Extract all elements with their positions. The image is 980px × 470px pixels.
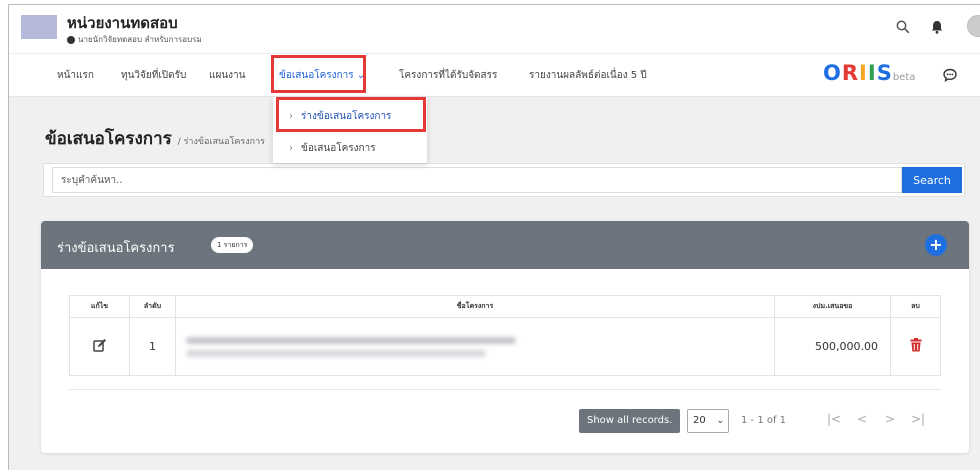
proposals-dropdown: › ร่างข้อเสนอโครงการ › ข้อเสนอโครงการ — [273, 97, 427, 163]
chevron-down-icon: ⌄ — [716, 416, 724, 426]
nav-home[interactable]: หน้าแรก — [57, 68, 94, 83]
edit-icon[interactable] — [92, 339, 107, 355]
search-input[interactable] — [52, 167, 902, 193]
dropdown-item-label: ร่างข้อเสนอโครงการ — [301, 111, 392, 122]
page-title: ข้อเสนอโครงการ / ร่างข้อเสนอโครงการ — [45, 125, 265, 152]
page-size-value: 20 — [693, 415, 706, 426]
add-proposal-button[interactable]: + — [925, 234, 947, 256]
col-project-name: ชื่อโครงการ — [175, 295, 775, 318]
oriis-logo: ORIISbeta — [823, 61, 915, 85]
user-line: นายนักวิจัยทดสอบ สำหรับการอบรม — [67, 33, 202, 46]
brand-letter-o: O — [823, 61, 842, 85]
col-budget: งปม.เสนอขอ — [774, 295, 891, 318]
top-header: หน่วยงานทดสอบ นายนักวิจัยทดสอบ สำหรับการ… — [9, 5, 980, 53]
nav-open-grants[interactable]: ทุนวิจัยที่เปิดรับ — [121, 68, 186, 83]
user-name: นายนักวิจัยทดสอบ สำหรับการอบรม — [78, 35, 202, 44]
page-info: 1 - 1 of 1 — [741, 415, 787, 426]
brand-letter-s: S — [876, 61, 893, 85]
edit-cell — [69, 317, 130, 376]
chevron-right-icon: › — [289, 111, 293, 122]
col-index: ลำดับ — [129, 295, 176, 318]
last-page-button[interactable]: >| — [911, 412, 925, 426]
project-name-blurred — [186, 336, 516, 344]
budget-cell: 500,000.00 — [774, 317, 891, 376]
table-row: 1 500,000.00 — [69, 317, 941, 376]
col-delete: ลบ — [890, 295, 941, 318]
dropdown-item-proposals[interactable]: › ข้อเสนอโครงการ — [289, 141, 376, 156]
page-title-text: ข้อเสนอโครงการ — [45, 129, 172, 149]
count-badge: 1 รายการ — [211, 237, 254, 253]
col-edit: แก้ไข — [69, 295, 130, 318]
brand-letter-i1: I — [859, 61, 868, 85]
org-logo[interactable] — [21, 15, 57, 39]
card-title: ร่างข้อเสนอโครงการ — [57, 241, 175, 256]
nav-funded-projects[interactable]: โครงการที่ได้รับจัดสรร — [399, 68, 497, 83]
user-icon — [67, 35, 75, 44]
main-nav: หน้าแรก ทุนวิจัยที่เปิดรับ แผนงาน ข้อเสน… — [9, 53, 980, 97]
brand-letter-r: R — [841, 61, 860, 85]
bell-icon[interactable] — [927, 17, 947, 37]
plus-icon: + — [929, 235, 943, 254]
show-all-records-button[interactable]: Show all records. — [579, 409, 681, 433]
dropdown-item-draft-proposals[interactable]: › ร่างข้อเสนอโครงการ — [289, 109, 391, 124]
app-frame: หน่วยงานทดสอบ นายนักวิจัยทดสอบ สำหรับการ… — [8, 4, 980, 470]
avatar[interactable] — [967, 15, 980, 37]
project-subname-blurred — [186, 349, 486, 357]
brand-letter-i2: I — [867, 61, 877, 85]
draft-proposals-card: ร่างข้อเสนอโครงการ 1 รายการ + แก้ไข ลำดั… — [41, 221, 969, 453]
first-page-button[interactable]: |< — [827, 412, 841, 426]
prev-page-button[interactable]: < — [857, 412, 867, 426]
search-icon[interactable] — [893, 17, 913, 37]
card-header: ร่างข้อเสนอโครงการ 1 รายการ + — [41, 221, 969, 269]
search-bar: Search — [43, 163, 965, 197]
trash-icon[interactable] — [910, 338, 922, 355]
next-page-button[interactable]: > — [885, 412, 895, 426]
delete-cell — [890, 317, 941, 376]
table-header-row: แก้ไข ลำดับ ชื่อโครงการ งปม.เสนอขอ ลบ — [69, 295, 941, 318]
nav-plans[interactable]: แผนงาน — [209, 68, 245, 83]
chat-icon[interactable] — [943, 67, 957, 86]
search-button[interactable]: Search — [902, 167, 962, 193]
pagination-divider — [69, 389, 941, 390]
project-name-cell[interactable] — [175, 317, 775, 376]
row-index: 1 — [129, 317, 176, 376]
nav-proposals-highlight — [271, 55, 366, 93]
org-name: หน่วยงานทดสอบ — [67, 14, 178, 32]
dropdown-item-label: ข้อเสนอโครงการ — [301, 143, 376, 154]
nav-5year-report[interactable]: รายงานผลลัพธ์ต่อเนื่อง 5 ปี — [529, 68, 647, 83]
brand-beta: beta — [892, 72, 916, 83]
proposals-table: แก้ไข ลำดับ ชื่อโครงการ งปม.เสนอขอ ลบ 1 — [69, 295, 941, 376]
page-size-select[interactable]: 20 ⌄ — [687, 409, 729, 433]
chevron-right-icon: › — [289, 143, 293, 154]
breadcrumb: / ร่างข้อเสนอโครงการ — [177, 137, 265, 147]
